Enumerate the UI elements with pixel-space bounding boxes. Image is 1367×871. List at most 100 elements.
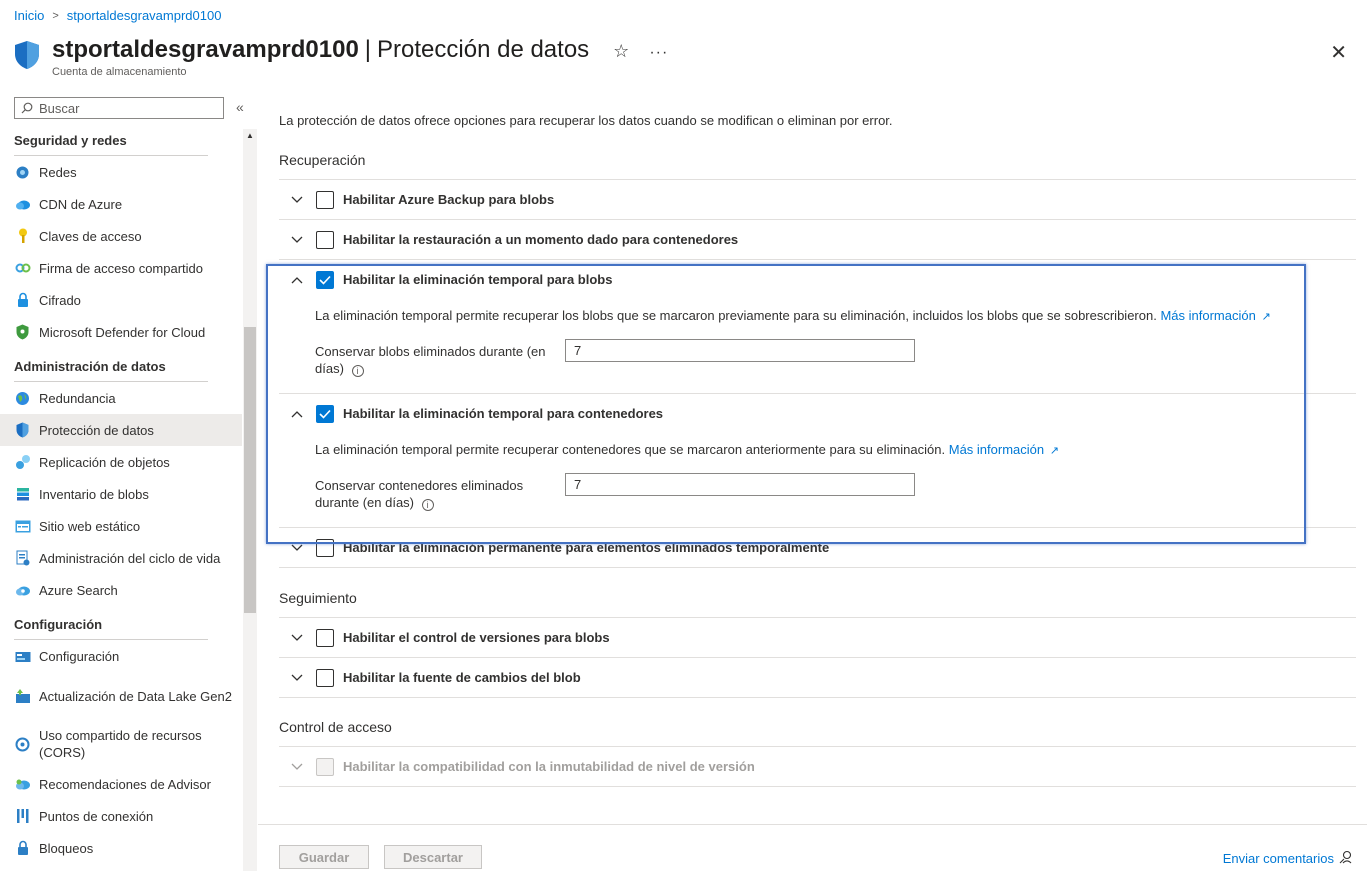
label-versioning: Habilitar el control de versiones para b…: [343, 630, 610, 645]
option-row-change-feed: Habilitar la fuente de cambios del blob: [279, 657, 1356, 698]
chevron-down-icon[interactable]: [288, 236, 306, 244]
send-feedback-link[interactable]: Enviar comentarios: [1223, 850, 1353, 867]
page-title: stportaldesgravamprd0100: [52, 36, 359, 63]
nav-section-security: Seguridad y redes: [0, 129, 242, 156]
option-row-permanent-delete: Habilitar la eliminación permanente para…: [279, 527, 1356, 568]
discard-button[interactable]: Descartar: [384, 845, 482, 869]
learn-more-link-containers[interactable]: Más información ↗: [949, 442, 1059, 457]
label-soft-delete-containers: Habilitar la eliminación temporal para c…: [343, 406, 664, 421]
intro-text: La protección de datos ofrece opciones p…: [279, 113, 893, 128]
learn-more-link-blobs[interactable]: Más información ↗: [1160, 308, 1270, 323]
chevron-down-icon[interactable]: [288, 544, 306, 552]
endpoints-icon: [14, 808, 31, 825]
option-row-azure-backup: Habilitar Azure Backup para blobs: [279, 179, 1356, 219]
option-row-immutability: Habilitar la compatibilidad con la inmut…: [279, 746, 1356, 787]
chevron-up-icon[interactable]: [288, 410, 306, 418]
option-row-point-in-time: Habilitar la restauración a un momento d…: [279, 219, 1356, 259]
option-row-soft-delete-blobs: Habilitar la eliminación temporal para b…: [279, 259, 1356, 299]
sidebar-item-lifecycle[interactable]: Administración del ciclo de vida: [0, 542, 242, 574]
cors-icon: [14, 736, 31, 753]
external-link-icon: ↗: [1261, 311, 1271, 323]
link-icon: [14, 260, 31, 277]
chevron-up-icon[interactable]: [288, 276, 306, 284]
shield-data-icon: [14, 422, 31, 439]
label-azure-backup: Habilitar Azure Backup para blobs: [343, 192, 555, 207]
sidebar-item-endpoints[interactable]: Puntos de conexión: [0, 800, 242, 832]
star-icon[interactable]: ☆: [613, 41, 629, 62]
sidebar-item-sas[interactable]: Firma de acceso compartido: [0, 252, 242, 284]
info-icon[interactable]: i: [351, 365, 364, 377]
sidebar-item-encryption[interactable]: Cifrado: [0, 284, 242, 316]
networking-icon: [14, 164, 31, 181]
replication-icon: [14, 454, 31, 471]
website-icon: [14, 518, 31, 535]
close-icon[interactable]: ✕: [1330, 40, 1347, 65]
search-input[interactable]: Buscar: [14, 97, 224, 119]
checkbox-change-feed[interactable]: [316, 668, 334, 687]
sidebar-item-cors[interactable]: Uso compartido de recursos (CORS): [0, 720, 242, 768]
resource-type: Cuenta de almacenamiento: [52, 66, 187, 78]
soft-delete-blobs-description: La eliminación temporal permite recupera…: [315, 308, 1271, 323]
chevron-down-icon[interactable]: [288, 674, 306, 682]
cloud-icon: [14, 196, 31, 213]
retention-days-containers-input[interactable]: [565, 473, 915, 496]
nav-section-configuration: Configuración: [0, 613, 242, 640]
sidebar-item-object-replication[interactable]: Replicación de objetos: [0, 446, 242, 478]
sidebar: Buscar « Seguridad y redes Redes CDN de …: [0, 95, 258, 871]
checkbox-azure-backup[interactable]: [316, 190, 334, 209]
lock-icon: [14, 292, 31, 309]
chevron-down-icon[interactable]: [288, 196, 306, 204]
key-icon: [14, 228, 31, 245]
collapse-icon[interactable]: «: [236, 99, 244, 115]
info-icon[interactable]: i: [421, 499, 434, 511]
sidebar-item-locks[interactable]: Bloqueos: [0, 832, 242, 864]
soft-delete-containers-field-label: Conservar contenedores eliminados durant…: [315, 478, 524, 511]
label-soft-delete-blobs: Habilitar la eliminación temporal para b…: [343, 272, 613, 287]
nav-section-data-management: Administración de datos: [0, 355, 242, 382]
section-title-tracking: Seguimiento: [279, 590, 357, 606]
scrollbar-thumb[interactable]: [244, 327, 256, 613]
external-link-icon: ↗: [1049, 445, 1059, 457]
sidebar-scrollbar[interactable]: ▲: [243, 129, 257, 871]
scroll-up-icon[interactable]: ▲: [246, 131, 254, 140]
lifecycle-icon: [14, 550, 31, 567]
breadcrumb-resource-link[interactable]: stportaldesgravamprd0100: [67, 8, 222, 23]
label-change-feed: Habilitar la fuente de cambios del blob: [343, 670, 581, 685]
checkbox-permanent-delete[interactable]: [316, 538, 334, 557]
sidebar-nav: Seguridad y redes Redes CDN de Azure Cla…: [0, 129, 242, 871]
checkbox-point-in-time[interactable]: [316, 230, 334, 249]
footer-divider: [258, 824, 1367, 825]
soft-delete-blobs-field-label: Conservar blobs eliminados durante (en d…: [315, 344, 546, 377]
chevron-down-icon[interactable]: [288, 763, 306, 771]
page-header: stportaldesgravamprd0100 | Protección de…: [14, 36, 1367, 86]
save-button[interactable]: Guardar: [279, 845, 369, 869]
sidebar-item-networking[interactable]: Redes: [0, 156, 242, 188]
label-point-in-time: Habilitar la restauración a un momento d…: [343, 232, 739, 247]
chevron-down-icon[interactable]: [288, 634, 306, 642]
main-content: La protección de datos ofrece opciones p…: [279, 95, 1367, 871]
sidebar-item-advisor[interactable]: Recomendaciones de Advisor: [0, 768, 242, 800]
sidebar-item-static-website[interactable]: Sitio web estático: [0, 510, 242, 542]
breadcrumb-home-link[interactable]: Inicio: [14, 8, 44, 23]
sidebar-item-data-protection[interactable]: Protección de datos: [0, 414, 242, 446]
checkbox-soft-delete-containers[interactable]: [316, 404, 334, 423]
sidebar-item-cdn[interactable]: CDN de Azure: [0, 188, 242, 220]
checkbox-soft-delete-blobs[interactable]: [316, 270, 334, 289]
globe-icon: [14, 390, 31, 407]
more-icon[interactable]: ···: [649, 44, 668, 62]
option-row-soft-delete-containers: Habilitar la eliminación temporal para c…: [279, 393, 1356, 433]
sidebar-item-access-keys[interactable]: Claves de acceso: [0, 220, 242, 252]
soft-delete-containers-description: La eliminación temporal permite recupera…: [315, 442, 1059, 457]
page-subtitle-blade: Protección de datos: [377, 36, 590, 63]
checkbox-versioning[interactable]: [316, 628, 334, 647]
sidebar-item-configuration[interactable]: Configuración: [0, 640, 242, 672]
retention-days-blobs-input[interactable]: [565, 339, 915, 362]
sidebar-item-data-lake-upgrade[interactable]: Actualización de Data Lake Gen2: [0, 672, 242, 720]
sidebar-item-blob-inventory[interactable]: Inventario de blobs: [0, 478, 242, 510]
search-icon: [21, 102, 33, 114]
sidebar-item-redundancy[interactable]: Redundancia: [0, 382, 242, 414]
defender-shield-icon: [14, 324, 31, 341]
title-separator: |: [364, 36, 372, 63]
sidebar-item-azure-search[interactable]: Azure Search: [0, 574, 242, 606]
sidebar-item-defender[interactable]: Microsoft Defender for Cloud: [0, 316, 242, 348]
